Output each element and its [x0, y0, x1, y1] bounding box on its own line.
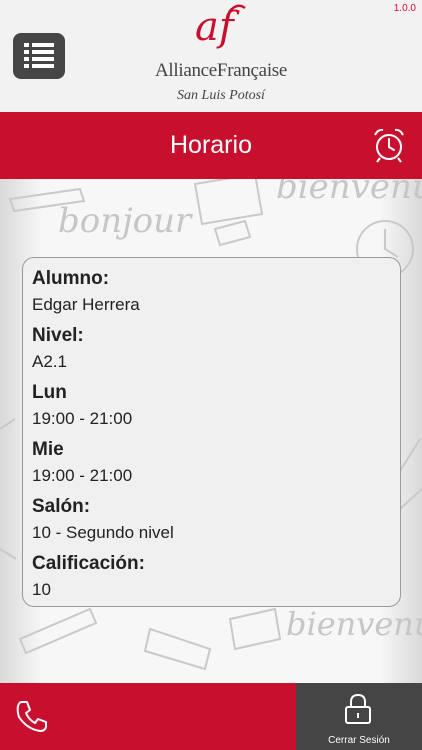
field-label: Salón: — [32, 496, 91, 517]
app-header: 1.0.0 af AllianceFrançaise San Luis Poto… — [0, 0, 422, 112]
wednesday-field: Mie 19:00 - 21:00 — [32, 437, 400, 491]
svg-text:af: af — [195, 4, 240, 50]
logout-label: Cerrar Sesión — [328, 735, 390, 746]
logo-city: San Luis Potosí — [177, 88, 265, 103]
logo-name: AllianceFrançaise — [154, 60, 288, 81]
level-field: Nivel: A2.1 — [32, 323, 400, 377]
alliance-francaise-logo: af AllianceFrançaise San Luis Potosí — [141, 4, 301, 106]
student-field: Alumno: Edgar Herrera — [32, 266, 400, 320]
field-label: Calificación: — [32, 553, 145, 574]
af-logo-mark: af — [195, 4, 246, 50]
field-value: Edgar Herrera — [32, 295, 140, 314]
schedule-card: Alumno: Edgar Herrera Nivel: A2.1 Lun 19… — [22, 257, 401, 607]
field-label: Lun — [32, 382, 67, 403]
monday-field: Lun 19:00 - 21:00 — [32, 380, 400, 434]
version-label: 1.0.0 — [393, 3, 416, 14]
field-value: 19:00 - 21:00 — [32, 466, 133, 485]
field-label: Mie — [32, 439, 64, 460]
field-value: A2.1 — [32, 352, 67, 371]
logout-button[interactable]: Cerrar Sesión — [296, 683, 422, 750]
lock-icon — [345, 693, 371, 724]
field-value: 10 — [32, 580, 51, 599]
phone-icon — [16, 701, 47, 732]
alarm-clock-icon[interactable] — [372, 127, 406, 163]
field-value: 19:00 - 21:00 — [32, 409, 133, 428]
page-title: Horario — [170, 131, 252, 159]
title-bar: Horario — [0, 112, 422, 179]
field-label: Nivel: — [32, 325, 84, 346]
field-value: 10 - Segundo nivel — [32, 523, 174, 542]
classroom-field: Salón: 10 - Segundo nivel — [32, 494, 400, 548]
grade-field: Calificación: 10 — [32, 551, 400, 605]
menu-button[interactable] — [13, 33, 65, 79]
call-button[interactable] — [0, 683, 296, 750]
list-menu-icon — [24, 43, 54, 68]
field-label: Alumno: — [32, 268, 110, 289]
